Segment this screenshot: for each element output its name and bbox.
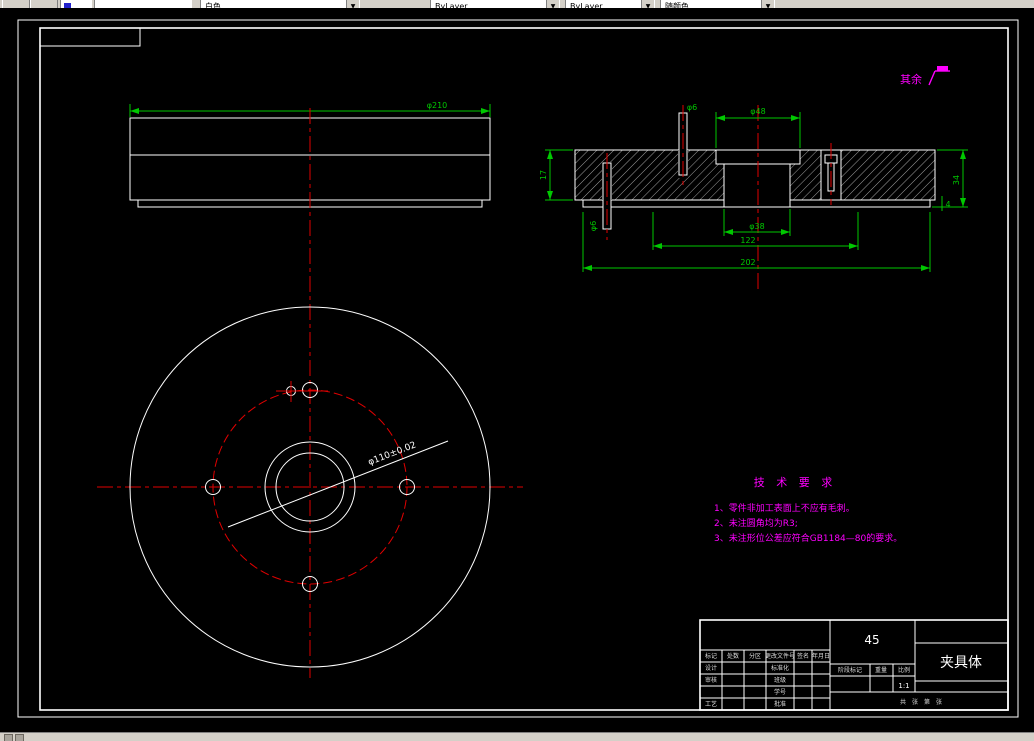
dim-d210: φ210: [427, 101, 448, 110]
dim-s202: 202: [740, 258, 755, 267]
tb-zone: 分区: [749, 652, 761, 660]
surface-finish-note: 其余: [900, 66, 950, 86]
dim-h17: 17: [539, 170, 548, 180]
layer-properties-button[interactable]: [30, 0, 58, 8]
center-through-hole: [723, 163, 791, 208]
title-block: 标记 处数 分区 更改文件号 签名 年月日 设计 标准化 审核 班级 学号 工艺…: [699, 619, 1009, 711]
tb-sign: 签名: [797, 652, 809, 660]
dim-d38: φ38: [749, 222, 764, 231]
layers-button[interactable]: [2, 0, 30, 8]
app-window: { "toolbar": { "color_combo": "白色", "lin…: [0, 0, 1034, 741]
dim-h34: 34: [952, 175, 961, 185]
tb-standardize: 标准化: [771, 664, 789, 672]
status-bar: [0, 732, 1034, 741]
color-combo[interactable]: 白色 ▼: [200, 0, 360, 8]
tb-count: 处数: [727, 652, 739, 660]
tb-approve: 批准: [774, 700, 786, 708]
plotstyle-combo-value: 随颜色: [665, 2, 689, 8]
tb-file: 更改文件号: [765, 652, 795, 660]
chevron-down-icon[interactable]: ▼: [546, 0, 559, 8]
dim-leader: φ110±0.02: [367, 440, 418, 468]
tech-title: 技 术 要 求: [754, 476, 837, 489]
tb-design: 设计: [705, 664, 717, 672]
tb-process: 工艺: [705, 700, 717, 708]
chevron-down-icon[interactable]: ▼: [641, 0, 654, 8]
sheet-inner-border: [39, 27, 1009, 711]
tb-stage: 阶段标记: [838, 666, 862, 674]
chevron-down-icon[interactable]: ▼: [761, 0, 774, 8]
lineweight-combo-value: ByLayer: [570, 2, 603, 8]
technical-requirements: 技 术 要 求 1、零件非加工表面上不应有毛刺。 2、未注圆角均为R3; 3、未…: [714, 476, 902, 544]
tech-item-2: 2、未注圆角均为R3;: [714, 517, 798, 529]
grid-icon[interactable]: [4, 734, 13, 741]
layer-indicator[interactable]: [60, 0, 92, 8]
roughness-bar: [937, 66, 948, 71]
dim-pin-top: φ6: [687, 103, 697, 112]
snap-icon[interactable]: [15, 734, 24, 741]
tb-class: 班级: [774, 676, 786, 684]
corner-block: [39, 27, 141, 47]
sheet-outer-border: [17, 19, 1019, 718]
layer-name-field[interactable]: [94, 0, 192, 8]
color-combo-value: 白色: [205, 2, 221, 8]
chevron-down-icon[interactable]: ▼: [346, 0, 359, 8]
dim-h4: 4: [945, 200, 950, 209]
linetype-combo[interactable]: ByLayer ▼: [430, 0, 560, 8]
tb-date: 年月日: [812, 652, 830, 660]
tb-sheets: 共 张 第 张: [900, 698, 942, 706]
cad-drawing[interactable]: φ210 φ110±0.02 φ48 φ6 17 34 4 φ6 φ38 122…: [0, 8, 1034, 733]
layer-color-swatch: [64, 3, 71, 8]
roughness-icon: [928, 70, 936, 86]
linetype-combo-value: ByLayer: [435, 2, 468, 8]
tb-scale: 比例: [898, 666, 910, 674]
tb-check: 审核: [705, 676, 717, 684]
tech-item-3: 3、未注形位公差应符合GB1184—80的要求。: [714, 532, 902, 544]
dim-pin-left: φ6: [589, 221, 598, 231]
dim-d48: φ48: [750, 107, 765, 116]
leader-line: [227, 440, 449, 528]
drawing-canvas[interactable]: φ210 φ110±0.02 φ48 φ6 17 34 4 φ6 φ38 122…: [0, 8, 1034, 733]
tb-part-name: 夹具体: [940, 655, 982, 671]
tb-material: 45: [864, 633, 879, 647]
lineweight-combo[interactable]: ByLayer ▼: [565, 0, 655, 8]
object-properties-toolbar: 白色 ▼ ByLayer ▼ ByLayer ▼ 随颜色 ▼: [0, 0, 1034, 8]
tb-mark: 标记: [705, 652, 717, 660]
tb-weight: 重量: [875, 666, 887, 674]
tb-student-id: 学号: [774, 688, 786, 696]
front-view: φ110±0.02: [97, 108, 523, 678]
tech-item-1: 1、零件非加工表面上不应有毛刺。: [714, 502, 855, 514]
surface-note-text: 其余: [900, 72, 922, 86]
tb-scale-value: 1:1: [898, 682, 909, 690]
dim-s122: 122: [740, 236, 755, 245]
plotstyle-combo[interactable]: 随颜色 ▼: [660, 0, 775, 8]
